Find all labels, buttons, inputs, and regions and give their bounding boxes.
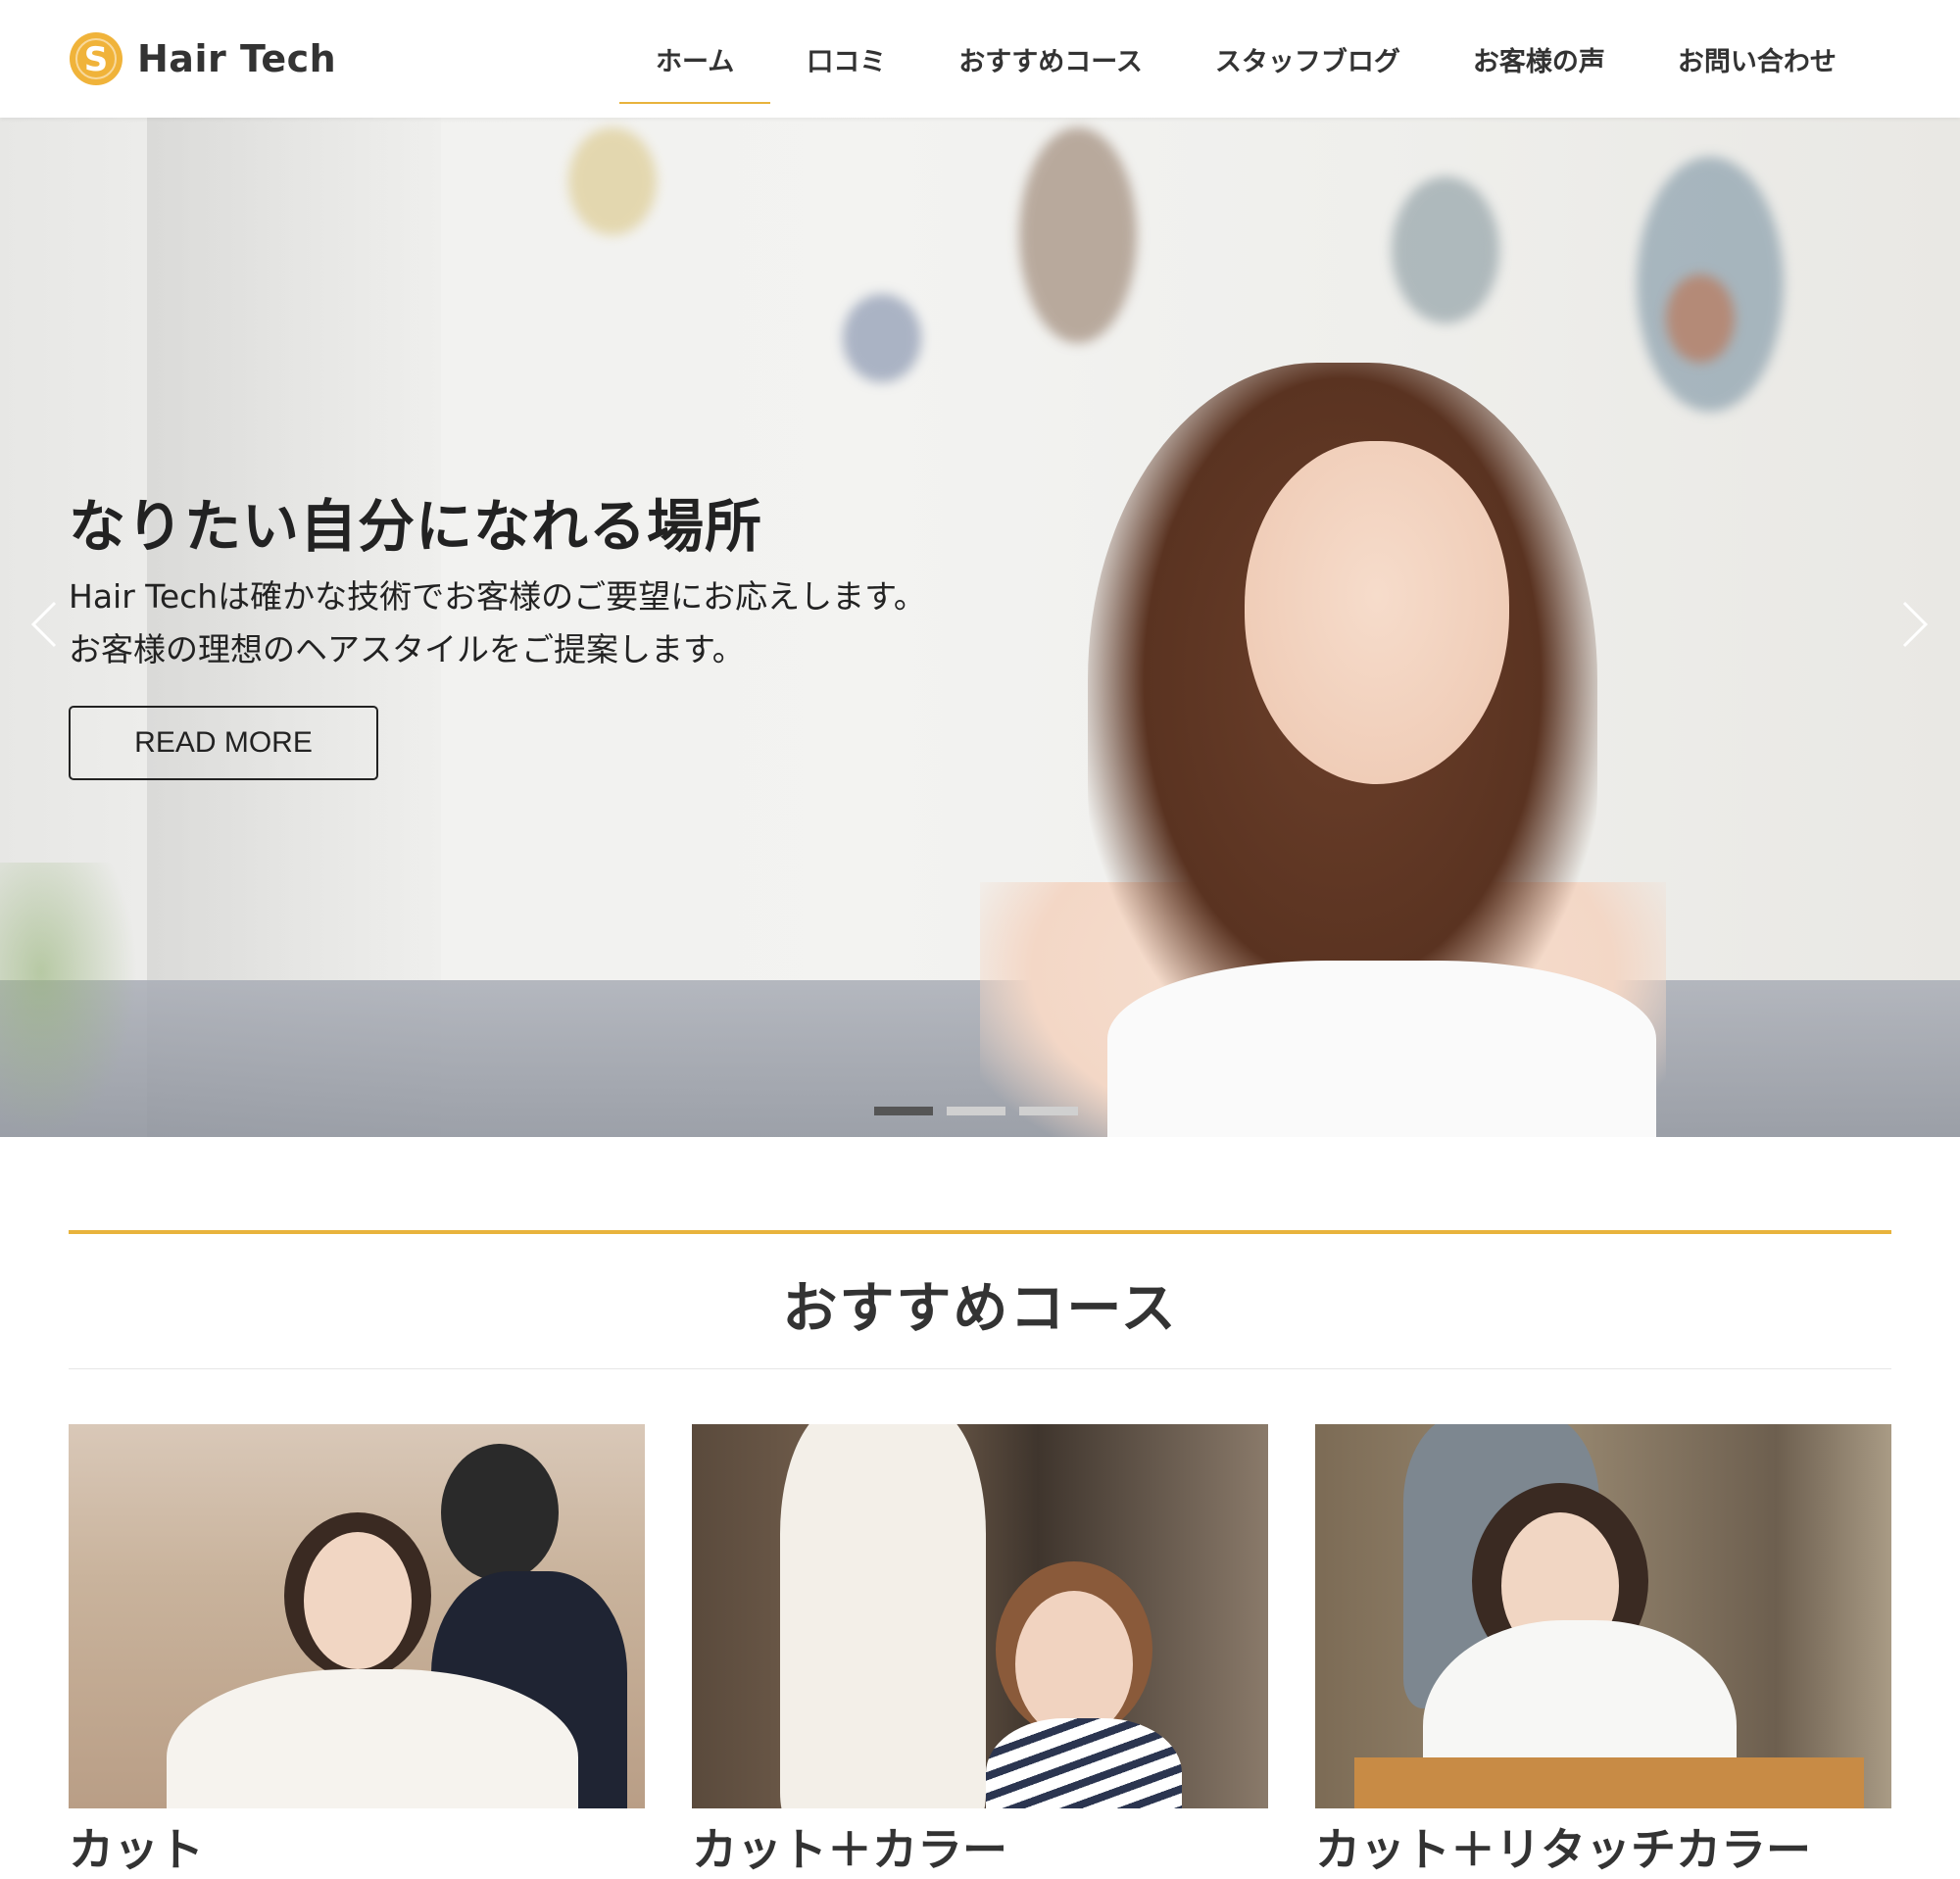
nav-item-home[interactable]: ホーム <box>619 0 771 118</box>
course-card-cut-color[interactable]: カット＋カラー <box>692 1424 1268 1879</box>
chevron-right-icon[interactable] <box>1894 595 1934 654</box>
nav-item-customer-voices[interactable]: お客様の声 <box>1437 0 1642 118</box>
hero-text-line: Hair Techは確かな技術でお客様のご要望にお応えします。 <box>69 577 926 616</box>
hero-decor <box>1666 274 1735 363</box>
hero-plant <box>0 863 137 1137</box>
chevron-left-icon[interactable] <box>25 595 65 654</box>
nav-item-contact[interactable]: お問い合わせ <box>1642 0 1873 118</box>
hero-decor <box>1019 127 1137 343</box>
course-card-cut-retouch-color[interactable]: カット＋リタッチカラー <box>1315 1424 1891 1879</box>
section-title: おすすめコース <box>782 1277 1178 1341</box>
slide-indicator-3[interactable] <box>1019 1107 1078 1115</box>
course-title: カット＋リタッチカラー <box>1315 1823 1811 1876</box>
hero-decor <box>1392 176 1499 323</box>
read-more-button[interactable]: READ MORE <box>69 706 378 780</box>
hero-decor <box>568 127 657 235</box>
photo-shape <box>441 1444 559 1581</box>
slide-indicators <box>874 1107 1078 1115</box>
nav-item-courses[interactable]: おすすめコース <box>922 0 1179 118</box>
photo-shape <box>1354 1757 1864 1808</box>
photo-shape <box>1015 1591 1133 1738</box>
course-image[interactable] <box>69 1424 645 1808</box>
photo-shape <box>304 1532 412 1669</box>
hero-model-face <box>1245 441 1509 784</box>
logo-text: Hair Tech <box>137 37 337 80</box>
site-header: S Hair Tech ホーム 口コミ おすすめコース スタッフブログ お客様の… <box>0 0 1960 118</box>
course-title: カット＋カラー <box>692 1823 1007 1876</box>
svg-text:S: S <box>84 40 109 79</box>
slide-indicator-2[interactable] <box>947 1107 1005 1115</box>
photo-shape <box>780 1424 986 1808</box>
hero-title: なりたい自分になれる場所 <box>69 493 763 560</box>
slide-indicator-1[interactable] <box>874 1107 933 1115</box>
main-nav: ホーム 口コミ おすすめコース スタッフブログ お客様の声 お問い合わせ <box>619 0 1873 118</box>
hero-text-line: お客様の理想のヘアスタイルをご提案します。 <box>69 630 745 668</box>
course-image[interactable] <box>692 1424 1268 1808</box>
hero-slider: なりたい自分になれる場所 Hair Techは確かな技術でお客様のご要望にお応え… <box>0 118 1960 1137</box>
s-coin-logo-icon: S <box>70 32 122 85</box>
hero-decor <box>843 294 921 382</box>
course-title: カット <box>69 1823 204 1876</box>
photo-shape <box>986 1718 1182 1808</box>
course-image[interactable] <box>1315 1424 1891 1808</box>
logo[interactable]: S Hair Tech <box>69 29 336 88</box>
section-accent-line <box>69 1230 1891 1234</box>
hero-model-top <box>1107 961 1656 1137</box>
nav-item-reviews[interactable]: 口コミ <box>770 0 922 118</box>
section-divider <box>69 1368 1891 1369</box>
nav-item-staff-blog[interactable]: スタッフブログ <box>1179 0 1437 118</box>
course-card-cut[interactable]: カット <box>69 1424 645 1879</box>
hero-description: Hair Techは確かな技術でお客様のご要望にお応えします。 お客様の理想のヘ… <box>69 570 926 676</box>
